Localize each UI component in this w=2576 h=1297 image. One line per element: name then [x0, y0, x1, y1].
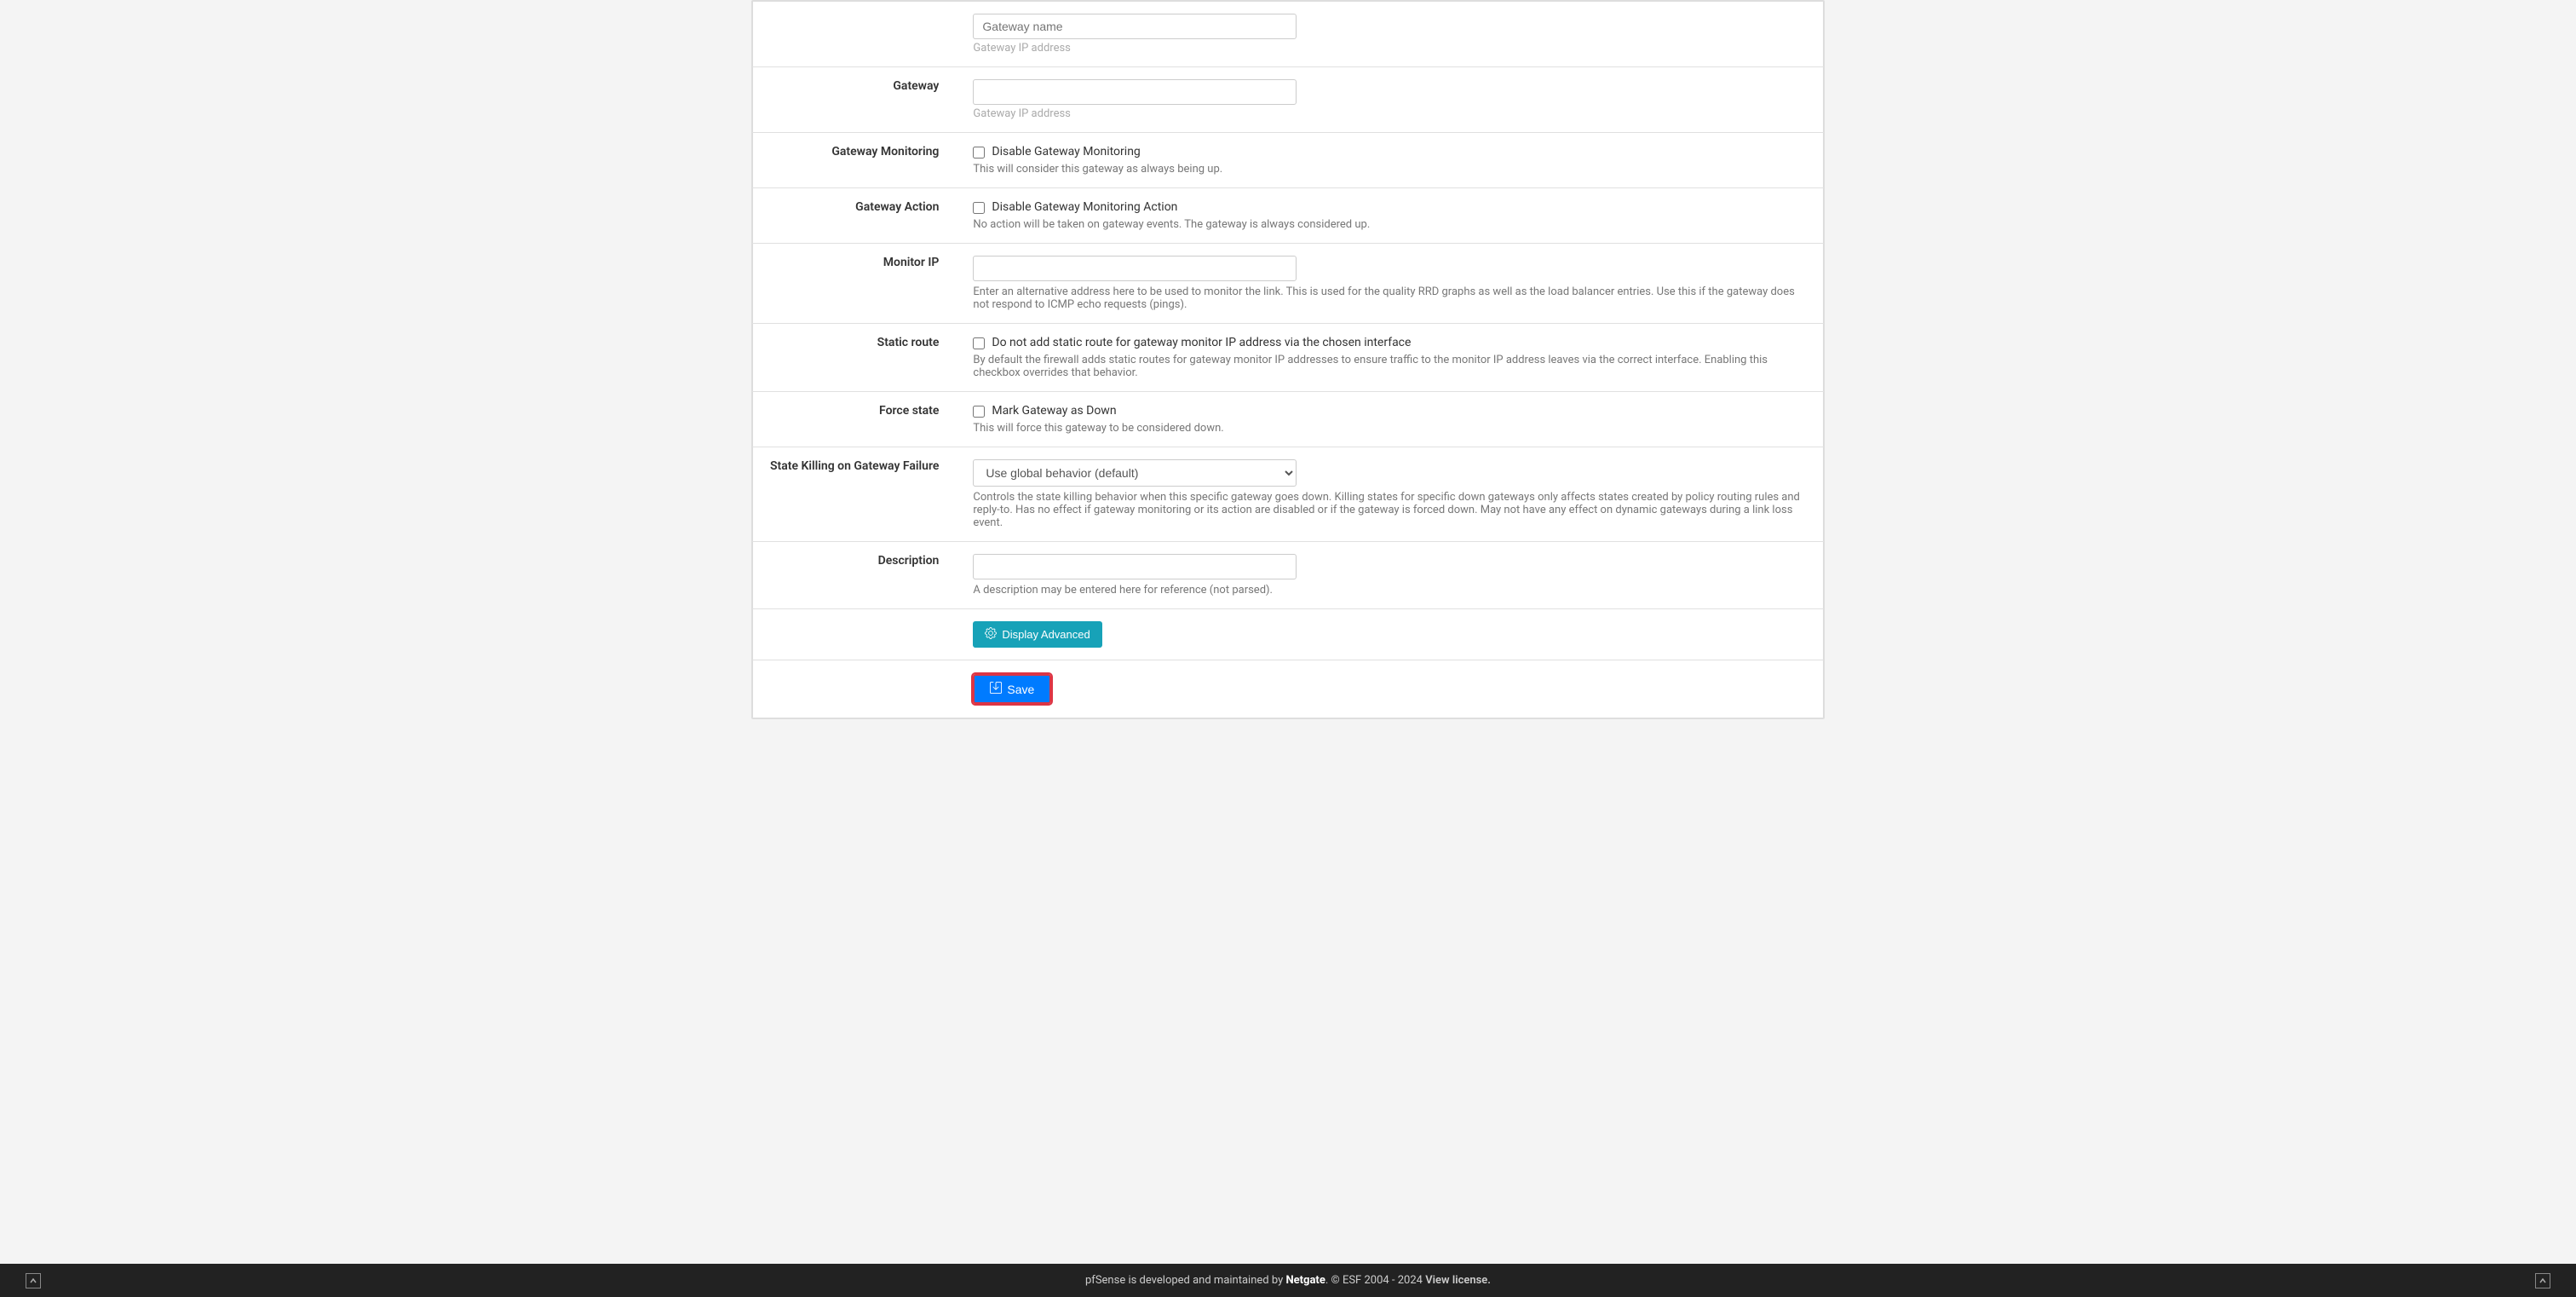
- footer-license-link[interactable]: View license.: [1425, 1274, 1491, 1287]
- state-killing-row: State Killing on Gateway Failure Use glo…: [753, 447, 1824, 542]
- state-killing-select[interactable]: Use global behavior (default) Kill state…: [973, 459, 1297, 487]
- footer-main-text: pfSense is developed and maintained by: [1085, 1274, 1285, 1287]
- gateway-monitoring-label: Gateway Monitoring: [831, 145, 939, 159]
- gateway-name-input[interactable]: [973, 14, 1297, 39]
- save-label: Save: [1007, 683, 1034, 696]
- save-icon: [990, 682, 1002, 696]
- description-row: Description A description may be entered…: [753, 542, 1824, 609]
- gateway-action-row: Gateway Action Disable Gateway Monitorin…: [753, 188, 1824, 244]
- gateway-action-checkbox[interactable]: [973, 202, 985, 214]
- description-label-cell: Description: [753, 542, 957, 609]
- monitor-ip-label: Monitor IP: [883, 256, 940, 269]
- static-route-cell: Do not add static route for gateway moni…: [956, 324, 1823, 392]
- gateway-action-help: No action will be taken on gateway event…: [973, 218, 1806, 231]
- monitor-ip-input[interactable]: [973, 256, 1297, 281]
- gateway-monitoring-row: Gateway Monitoring Disable Gateway Monit…: [753, 133, 1824, 188]
- gateway-name-help: Gateway IP address: [973, 42, 1806, 55]
- monitor-ip-row: Monitor IP Enter an alternative address …: [753, 244, 1824, 324]
- save-button[interactable]: Save: [973, 674, 1051, 704]
- display-advanced-label: Display Advanced: [1002, 628, 1090, 641]
- gateway-name-row: Gateway IP address: [753, 2, 1824, 67]
- state-killing-label-cell: State Killing on Gateway Failure: [753, 447, 957, 542]
- gateway-monitoring-label-cell: Gateway Monitoring: [753, 133, 957, 188]
- gateway-action-label: Gateway Action: [855, 200, 939, 214]
- static-route-help: By default the firewall adds static rout…: [973, 354, 1806, 379]
- gateway-form-table: Gateway IP address Gateway Gateway IP ad…: [752, 1, 1824, 718]
- save-label-cell: [753, 660, 957, 718]
- gateway-monitoring-help: This will consider this gateway as alway…: [973, 163, 1806, 176]
- gateway-action-cell: Disable Gateway Monitoring Action No act…: [956, 188, 1823, 244]
- static-route-row: Static route Do not add static route for…: [753, 324, 1824, 392]
- gateway-action-label-cell: Gateway Action: [753, 188, 957, 244]
- description-help: A description may be entered here for re…: [973, 584, 1806, 597]
- static-route-checkbox[interactable]: [973, 337, 985, 349]
- footer-left-expand-icon[interactable]: [26, 1273, 41, 1288]
- footer-right-expand-icon[interactable]: [2535, 1273, 2550, 1288]
- footer-text: pfSense is developed and maintained by N…: [1085, 1274, 1491, 1287]
- display-advanced-button[interactable]: Display Advanced: [973, 621, 1101, 648]
- force-state-label-cell: Force state: [753, 392, 957, 447]
- gateway-cell: Gateway IP address: [956, 67, 1823, 133]
- gateway-row: Gateway Gateway IP address: [753, 67, 1824, 133]
- gateway-input[interactable]: [973, 79, 1297, 105]
- state-killing-help: Controls the state killing behavior when…: [973, 491, 1806, 529]
- gateway-monitoring-cell: Disable Gateway Monitoring This will con…: [956, 133, 1823, 188]
- gear-icon: [985, 627, 997, 642]
- monitor-ip-cell: Enter an alternative address here to be …: [956, 244, 1823, 324]
- description-input[interactable]: [973, 554, 1297, 579]
- gateway-ip-help: Gateway IP address: [973, 107, 1806, 120]
- footer-copyright: . © ESF 2004 - 2024: [1325, 1274, 1425, 1287]
- force-state-checkbox-label: Mark Gateway as Down: [992, 404, 1116, 418]
- gateway-monitoring-checkbox[interactable]: [973, 147, 985, 159]
- footer-brand: Netgate: [1285, 1274, 1325, 1287]
- state-killing-label: State Killing on Gateway Failure: [770, 459, 939, 473]
- description-cell: A description may be entered here for re…: [956, 542, 1823, 609]
- force-state-help: This will force this gateway to be consi…: [973, 422, 1806, 435]
- description-label: Description: [878, 554, 940, 568]
- save-cell: Save: [956, 660, 1823, 718]
- force-state-row: Force state Mark Gateway as Down This wi…: [753, 392, 1824, 447]
- gateway-name-label: [753, 2, 957, 67]
- force-state-cell: Mark Gateway as Down This will force thi…: [956, 392, 1823, 447]
- static-route-label-cell: Static route: [753, 324, 957, 392]
- gateway-name-cell: Gateway IP address: [956, 2, 1823, 67]
- static-route-label: Static route: [877, 336, 940, 349]
- footer: pfSense is developed and maintained by N…: [0, 1264, 2576, 1297]
- gateway-label: Gateway: [753, 67, 957, 133]
- gateway-monitoring-checkbox-label: Disable Gateway Monitoring: [992, 145, 1140, 159]
- static-route-checkbox-label: Do not add static route for gateway moni…: [992, 336, 1411, 349]
- save-row: Save: [753, 660, 1824, 718]
- state-killing-cell: Use global behavior (default) Kill state…: [956, 447, 1823, 542]
- display-advanced-row: Display Advanced: [753, 609, 1824, 660]
- monitor-ip-help: Enter an alternative address here to be …: [973, 285, 1806, 311]
- display-advanced-cell: Display Advanced: [956, 609, 1823, 660]
- display-advanced-label-cell: [753, 609, 957, 660]
- gateway-action-checkbox-label: Disable Gateway Monitoring Action: [992, 200, 1177, 214]
- force-state-label: Force state: [879, 404, 939, 418]
- monitor-ip-label-cell: Monitor IP: [753, 244, 957, 324]
- force-state-checkbox[interactable]: [973, 406, 985, 418]
